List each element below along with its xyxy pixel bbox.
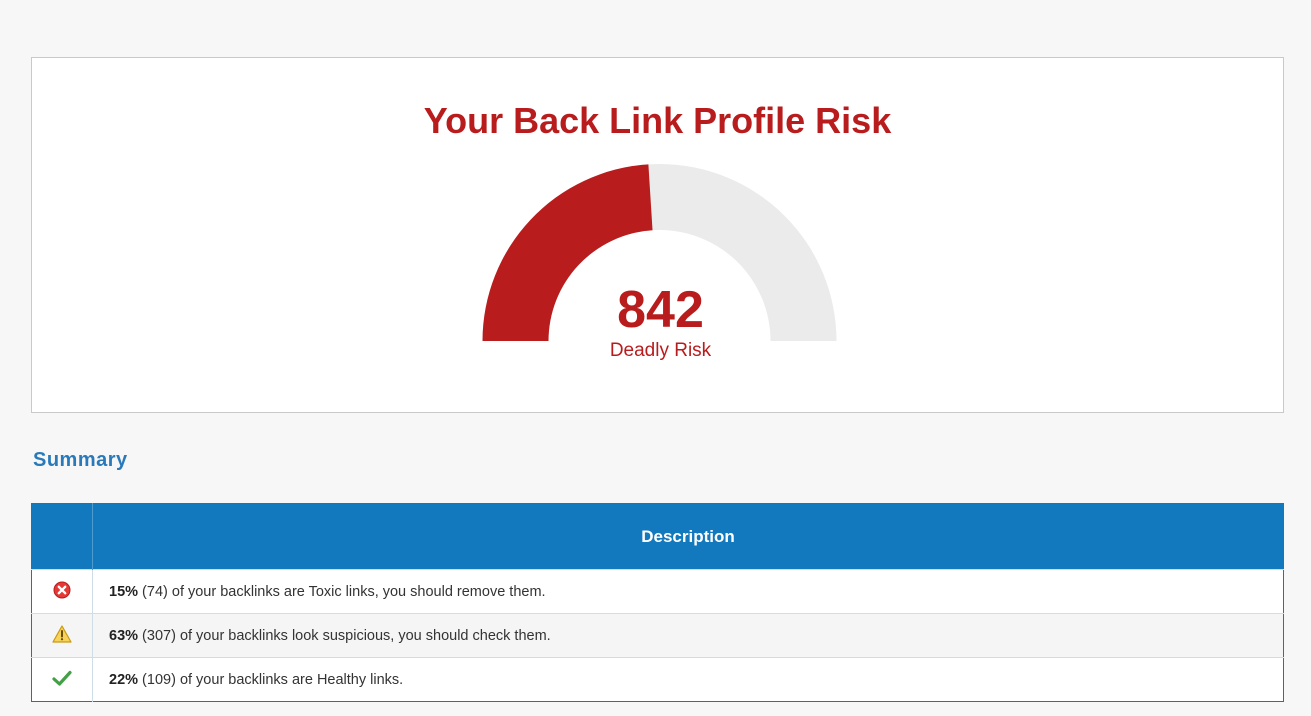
table-row: 15% (74) of your backlinks are Toxic lin… — [31, 569, 1284, 614]
row-icon-cell — [31, 657, 93, 702]
risk-title: Your Back Link Profile Risk — [423, 100, 892, 141]
risk-panel: Your Back Link Profile Risk 842 Deadly R… — [31, 57, 1284, 413]
row-text: (74) of your backlinks are Toxic links, … — [138, 583, 546, 600]
error-icon — [53, 581, 71, 603]
table-row: 63% (307) of your backlinks look suspici… — [31, 613, 1284, 658]
summary-heading: Summary — [33, 449, 128, 471]
table-row: 22% (109) of your backlinks are Healthy … — [31, 657, 1284, 702]
row-percent: 63% — [109, 627, 139, 644]
row-percent: 15% — [109, 583, 139, 600]
row-description: 15% (74) of your backlinks are Toxic lin… — [92, 569, 1284, 614]
row-description: 22% (109) of your backlinks are Healthy … — [92, 657, 1284, 702]
table-header-row: Description — [31, 503, 1284, 570]
warning-icon — [52, 624, 72, 647]
icon-column-header — [31, 503, 93, 570]
row-text: (109) of your backlinks are Healthy link… — [138, 671, 404, 688]
row-icon-cell — [31, 569, 93, 614]
row-text: (307) of your backlinks look suspicious,… — [138, 627, 551, 644]
summary-table: Description 15% (74) of your backlinks a… — [31, 503, 1284, 702]
check-icon — [52, 670, 72, 690]
risk-gauge: 842 Deadly Risk — [481, 164, 838, 361]
row-description: 63% (307) of your backlinks look suspici… — [92, 613, 1284, 658]
row-icon-cell — [31, 613, 93, 658]
risk-score: 842 — [617, 281, 704, 339]
description-column-header: Description — [92, 503, 1284, 570]
row-percent: 22% — [109, 671, 139, 688]
risk-score-label: Deadly Risk — [609, 340, 712, 361]
